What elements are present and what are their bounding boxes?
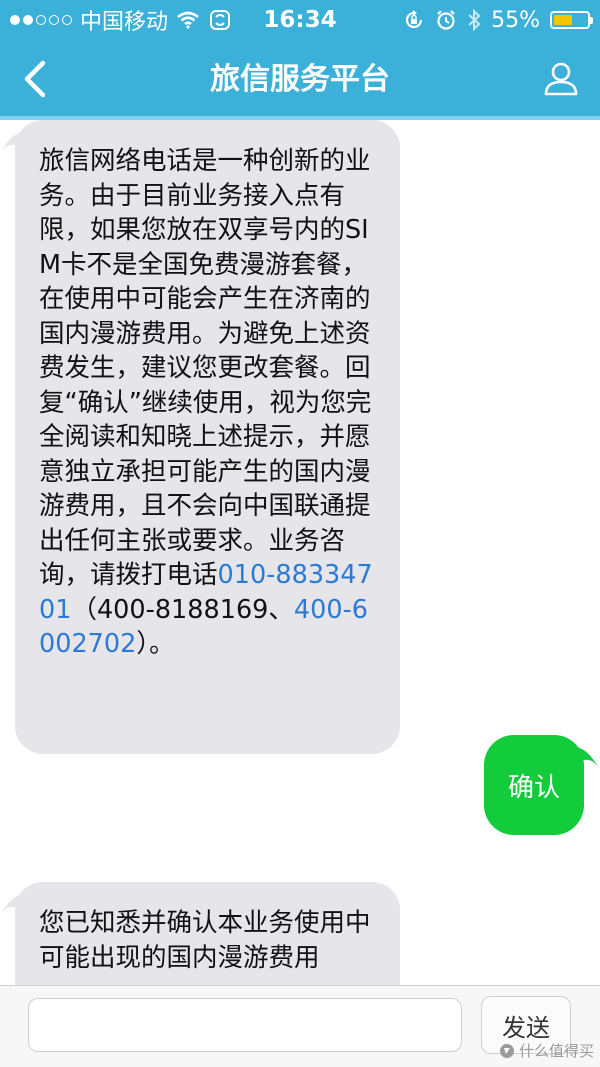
battery-percent: 55% <box>491 7 540 33</box>
message-text: 您已知悉并确认本业务使用中可能出现的国内漫游费用 <box>39 908 371 973</box>
user-icon <box>544 62 578 96</box>
message-input[interactable] <box>28 998 462 1052</box>
message-text: 旅信网络电话是一种创新的业务。由于目前业务接入点有限，如果您放在双享号内的SIM… <box>39 146 372 590</box>
message-text: 确认 <box>507 772 560 803</box>
profile-button[interactable] <box>536 54 586 104</box>
bubble-tail <box>576 747 598 767</box>
bluetooth-icon <box>468 8 481 32</box>
watermark-logo-icon <box>499 1043 514 1058</box>
page-title: 旅信服务平台 <box>210 62 390 97</box>
watermark-text: 什么值得买 <box>518 1042 594 1060</box>
message-bubble-incoming: 旅信网络电话是一种创新的业务。由于目前业务接入点有限，如果您放在双享号内的SIM… <box>1 120 400 754</box>
message-text: （400-8188169、 <box>71 594 294 625</box>
alarm-icon <box>437 10 455 30</box>
bubble-tail <box>1 132 23 152</box>
rotation-lock-icon <box>406 10 423 29</box>
battery-icon <box>550 11 593 29</box>
chat-area[interactable]: 旅信网络电话是一种创新的业务。由于目前业务接入点有限，如果您放在双享号内的SIM… <box>0 120 600 985</box>
bubble-tail <box>1 894 23 914</box>
status-bar: 中国移动 16:34 55% <box>0 0 600 40</box>
nav-bar: 旅信服务平台 <box>0 40 600 120</box>
status-right: 55% <box>403 0 593 40</box>
message-bubble-incoming: 您已知悉并确认本业务使用中可能出现的国内漫游费用 <box>1 882 400 985</box>
message-bubble-outgoing: 确认 <box>484 735 598 835</box>
message-text: ）。 <box>136 629 175 659</box>
input-bar: 发送 什么值得买 <box>0 985 600 1067</box>
battery-level <box>554 15 572 25</box>
watermark: 什么值得买 <box>499 1040 594 1061</box>
